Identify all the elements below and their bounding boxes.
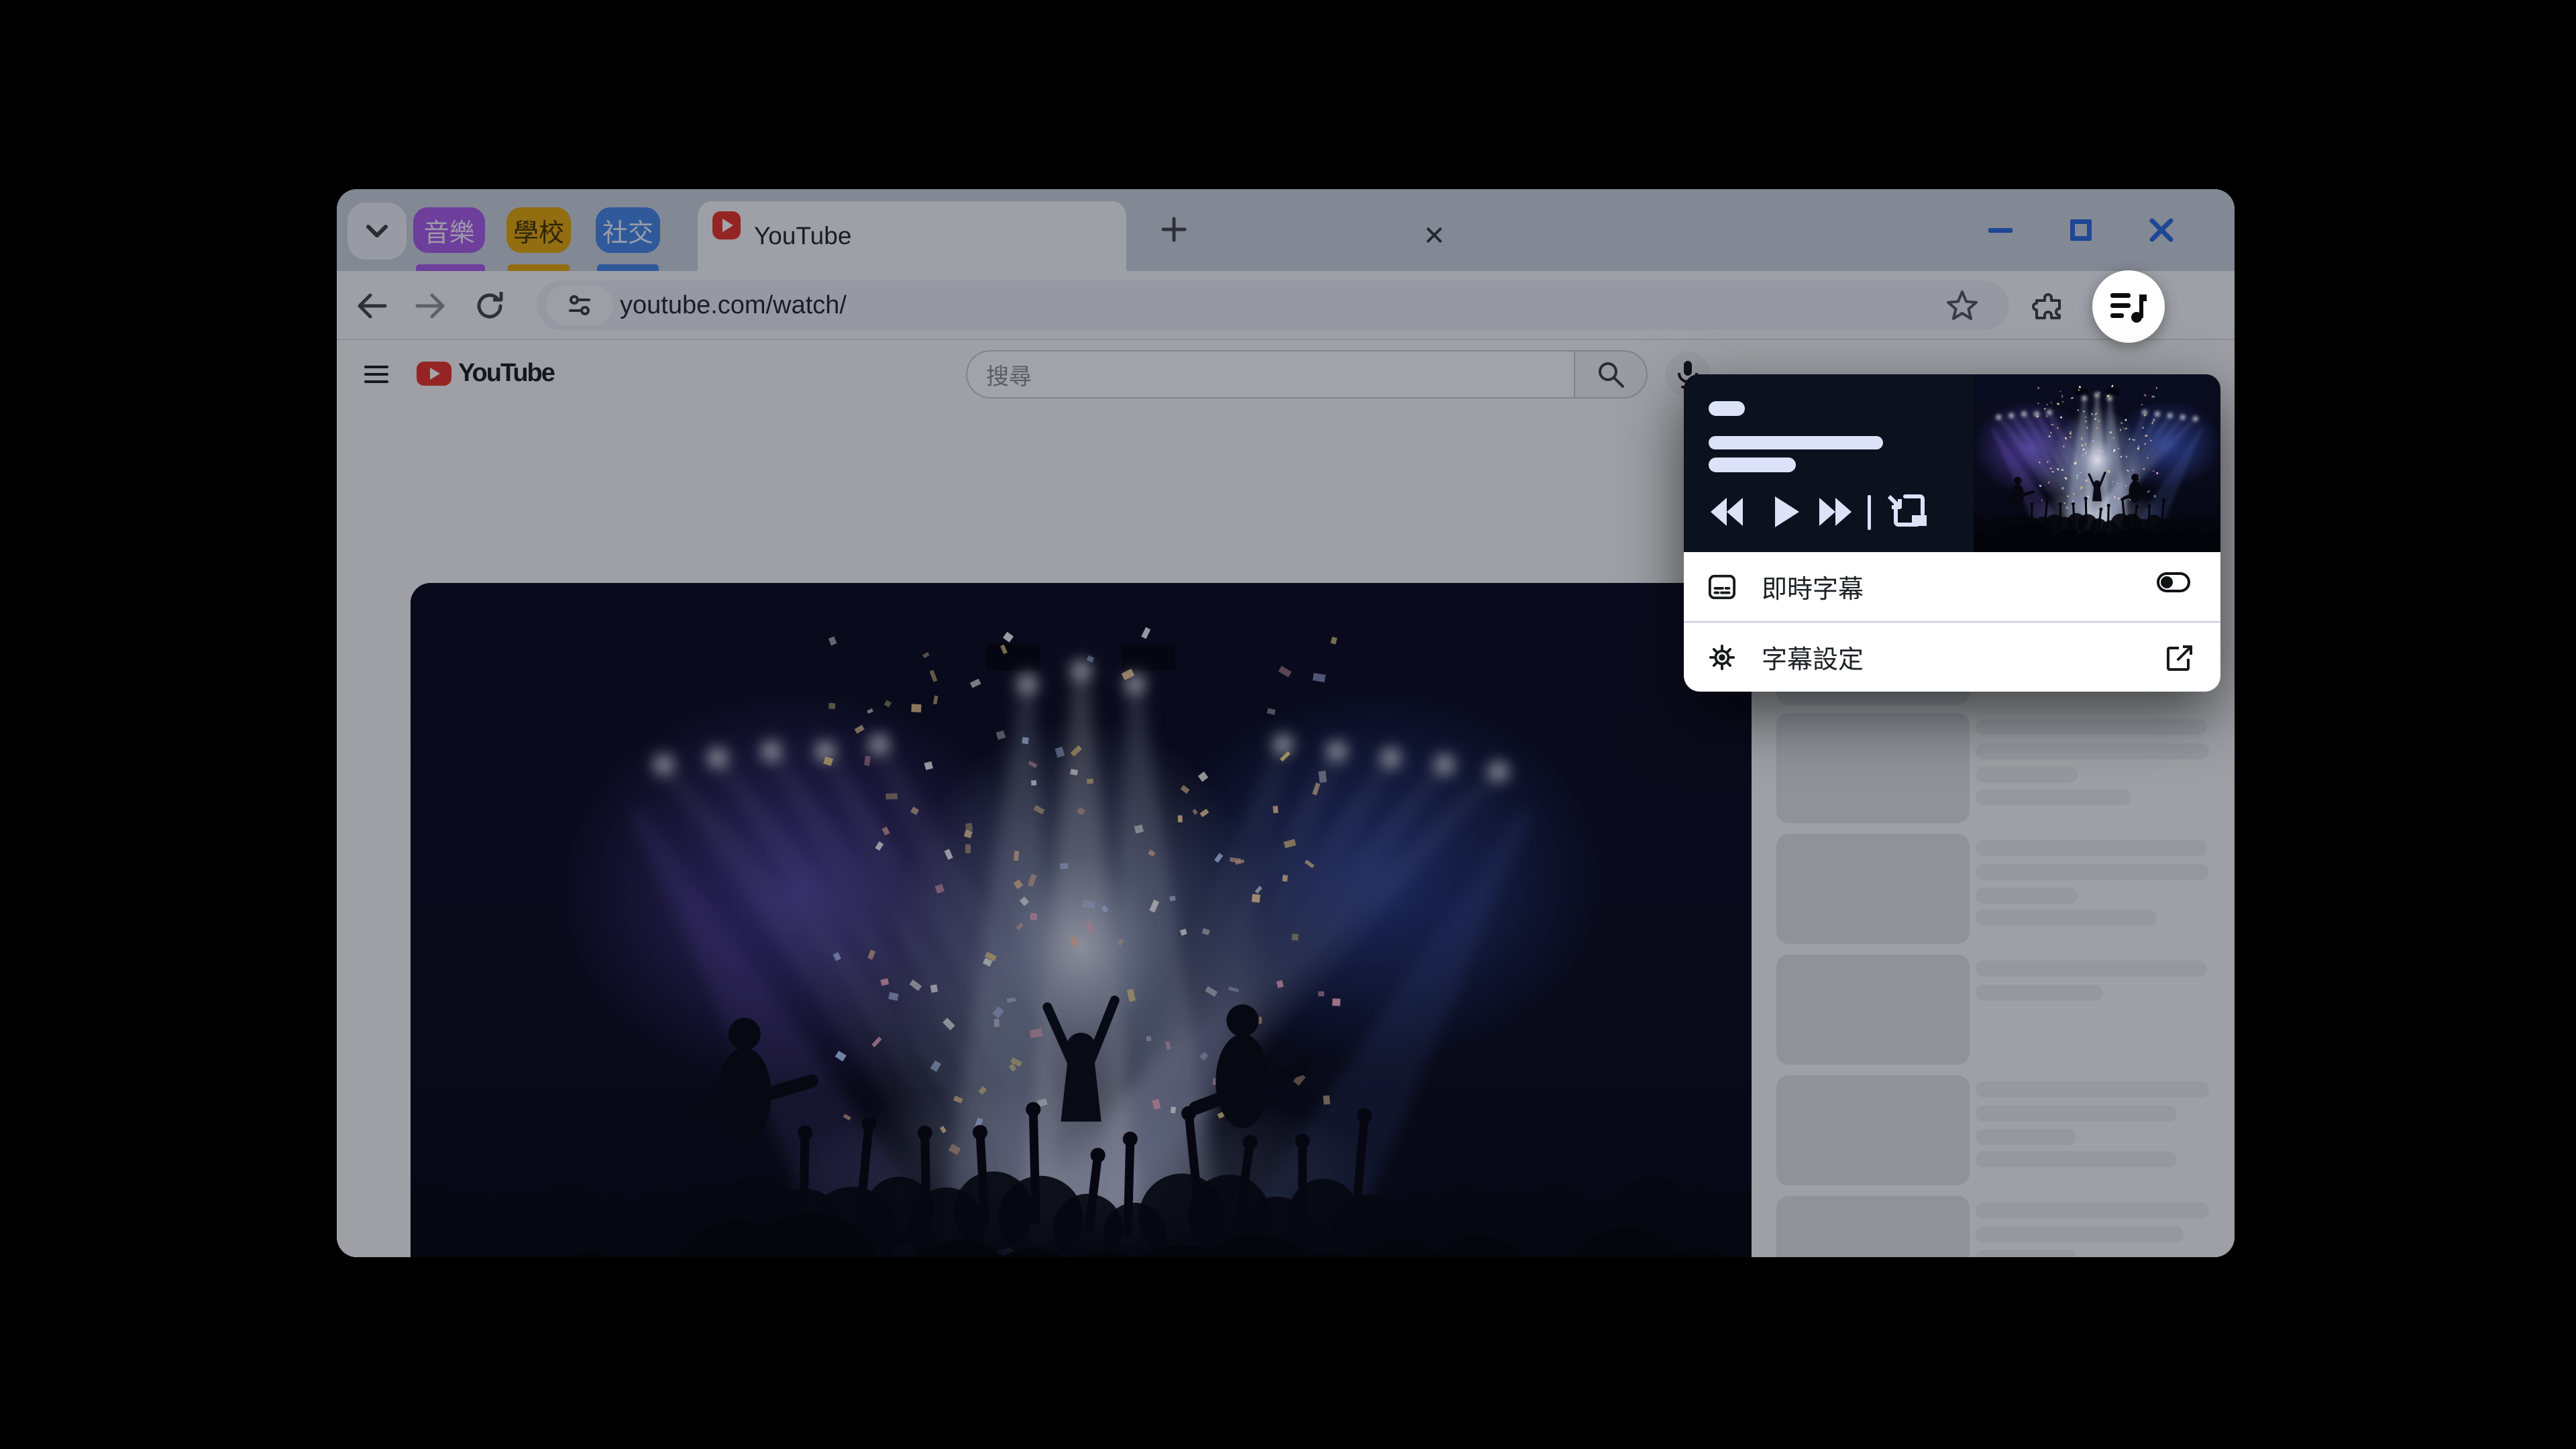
reload-button[interactable]	[463, 271, 517, 340]
window-controls	[1981, 189, 2235, 271]
youtube-logo[interactable]: YouTube	[417, 359, 555, 388]
maximize-icon	[2070, 219, 2092, 241]
forward-button[interactable]	[404, 271, 458, 340]
tab-strip: 音樂 學校 社交 YouTube ✕	[337, 189, 2235, 271]
close-button[interactable]	[2142, 211, 2181, 250]
skeleton-text-line	[1976, 1250, 2076, 1257]
skeleton-text-line	[1976, 1226, 2184, 1242]
media-session-card	[1684, 374, 2220, 552]
new-tab-button[interactable]	[1154, 209, 1194, 250]
skeleton-text-line	[1976, 910, 2157, 926]
caption-settings-row[interactable]: 字幕設定	[1684, 623, 2220, 692]
menu-button[interactable]	[364, 366, 388, 383]
skeleton-text-line	[1976, 719, 2207, 735]
browser-window: 音樂 學校 社交 YouTube ✕ youtube.com/watch/ Yo…	[337, 189, 2235, 1257]
tab-group-social[interactable]: 社交	[596, 207, 660, 253]
omnibox[interactable]: youtube.com/watch/	[537, 280, 2009, 330]
skeleton-text-line	[1976, 985, 2103, 1001]
skeleton-text-line	[1976, 961, 2207, 977]
picture-in-picture-button[interactable]	[1887, 494, 1927, 527]
star-icon	[1947, 290, 1978, 320]
gear-icon	[1709, 644, 1735, 670]
minimize-icon	[1988, 227, 2012, 233]
video-player[interactable]: 在客廳電視播放	[411, 583, 1752, 1257]
skeleton-text-line	[1976, 888, 2078, 904]
extensions-button[interactable]	[2021, 271, 2074, 340]
live-caption-icon	[1708, 574, 1736, 599]
skeleton-thumbnail	[1776, 713, 1970, 823]
puzzle-icon	[2032, 292, 2061, 319]
site-info-button[interactable]	[546, 285, 613, 325]
chevron-down-icon	[366, 224, 388, 237]
related-skeleton-item	[1776, 834, 2219, 952]
skeleton-thumbnail	[1776, 1075, 1970, 1185]
tab-group-school-indicator	[508, 264, 570, 271]
controls-separator	[1868, 495, 1871, 530]
arrow-right-icon	[415, 293, 445, 318]
skeleton-thumbnail	[1776, 955, 1970, 1065]
live-caption-row[interactable]: 即時字幕	[1684, 552, 2220, 621]
search-input[interactable]: 搜尋	[966, 350, 1574, 398]
minimize-button[interactable]	[1981, 211, 2020, 250]
skeleton-text-line	[1976, 864, 2209, 880]
search-placeholder: 搜尋	[986, 364, 1032, 390]
play-button[interactable]	[1775, 496, 1799, 527]
youtube-favicon-icon	[712, 211, 741, 239]
tab-search-button[interactable]	[347, 203, 407, 260]
skeleton-text-line	[1976, 1151, 2177, 1167]
skeleton-text-line	[1976, 789, 2131, 805]
skeleton-text-line	[1976, 1081, 2209, 1097]
tab-title: YouTube	[754, 222, 852, 250]
url-text[interactable]: youtube.com/watch/	[620, 291, 847, 320]
caption-rows: 即時字幕 字幕設定	[1684, 552, 2220, 692]
bookmark-button[interactable]	[1945, 288, 1980, 323]
active-tab-youtube[interactable]: YouTube ✕	[698, 201, 1446, 271]
media-source-skeleton	[1709, 401, 1745, 416]
magnifier-icon	[1599, 362, 1624, 388]
skeleton-text-line	[1976, 840, 2207, 856]
maximize-button[interactable]	[2061, 211, 2100, 250]
tab-group-music-indicator	[416, 264, 485, 271]
related-skeleton-item	[1776, 955, 2219, 1073]
media-controls-popup: 即時字幕 字幕設定	[1684, 374, 2220, 692]
next-track-button[interactable]	[1819, 498, 1851, 526]
tune-icon	[569, 295, 590, 315]
skeleton-text-line	[1976, 767, 2078, 783]
related-skeleton-item	[1776, 713, 2219, 831]
previous-track-button[interactable]	[1711, 498, 1743, 526]
skeleton-thumbnail	[1776, 1196, 1970, 1257]
media-artist-skeleton	[1709, 458, 1796, 472]
reload-icon	[477, 291, 503, 318]
skeleton-text-line	[1976, 743, 2209, 759]
back-button[interactable]	[345, 271, 398, 340]
live-caption-label: 即時字幕	[1762, 576, 1864, 604]
media-playlist-icon	[2110, 293, 2147, 323]
browser-toolbar: youtube.com/watch/	[337, 271, 2235, 407]
tab-group-school[interactable]: 學校	[506, 207, 571, 253]
related-skeleton-item	[1776, 1196, 2219, 1257]
arrow-left-icon	[358, 293, 387, 318]
live-caption-toggle[interactable]	[2157, 572, 2190, 592]
skeleton-thumbnail	[1776, 834, 1970, 944]
skeleton-text-line	[1976, 1106, 2177, 1122]
youtube-play-icon	[417, 361, 451, 386]
desktop-background: 音樂 學校 社交 YouTube ✕ youtube.com/watch/ Yo…	[0, 0, 2576, 1449]
media-controls-button[interactable]	[2092, 270, 2165, 343]
media-transport-controls	[1711, 494, 1927, 527]
media-artwork	[1974, 374, 2220, 552]
tab-group-music[interactable]: 音樂	[413, 207, 485, 253]
skeleton-text-line	[1976, 1202, 2209, 1218]
caption-settings-label: 字幕設定	[1762, 646, 1864, 674]
plus-icon	[1161, 217, 1187, 242]
skeleton-text-line	[1976, 1129, 2076, 1145]
open-external-icon	[2167, 645, 2192, 671]
related-skeleton-item	[1776, 1075, 2219, 1193]
tab-group-social-indicator	[597, 264, 659, 271]
search-button[interactable]	[1574, 350, 1648, 398]
tab-close-button[interactable]: ✕	[1421, 221, 1448, 251]
youtube-logo-text: YouTube	[458, 359, 555, 387]
close-icon	[2149, 218, 2174, 242]
media-title-skeleton	[1709, 436, 1883, 449]
